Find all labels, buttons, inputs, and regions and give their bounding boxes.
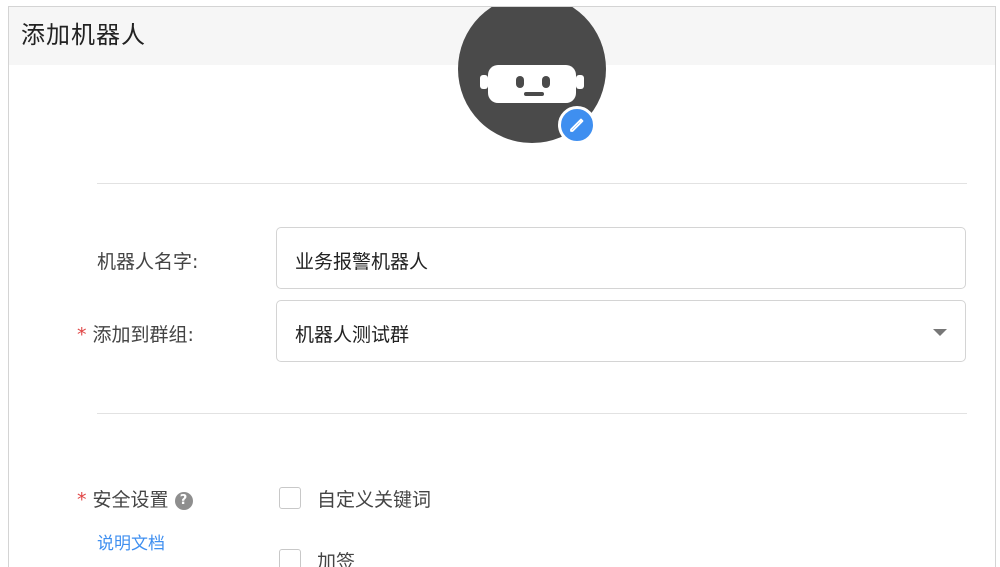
robot-name-label: 机器人名字: [97,251,199,273]
dialog-title: 添加机器人 [21,21,146,49]
security-label: * 安全设置? [77,485,193,512]
add-robot-dialog: 添加机器人 机器人名字: 业务报警机器人 * 添加到群组: 机器人测试群 * 安全设… [8,6,996,567]
group-label: * 添加到群组: [77,324,194,346]
group-select[interactable]: 机器人测试群 [276,300,966,362]
checkbox-sign-label[interactable]: 加签 [317,547,355,567]
required-mark: * [77,324,87,346]
required-mark: * [77,489,87,511]
robot-name-input[interactable]: 业务报警机器人 [276,227,966,289]
robot-name-value[interactable]: 业务报警机器人 [295,247,428,274]
checkbox-sign[interactable] [279,549,301,567]
robot-ear-right [576,75,584,89]
checkbox-custom-keyword[interactable] [279,487,301,509]
caret-down-icon[interactable] [933,329,947,336]
group-select-value: 机器人测试群 [295,324,410,346]
doc-link[interactable]: 说明文档 [97,529,165,554]
pencil-icon[interactable] [558,106,596,144]
question-circle-icon[interactable]: ? [174,492,193,510]
robot-icon [488,65,576,103]
checkbox-custom-keyword-label[interactable]: 自定义关键词 [317,485,431,512]
divider [97,183,967,184]
robot-ear-left [480,75,488,89]
divider [97,413,967,414]
